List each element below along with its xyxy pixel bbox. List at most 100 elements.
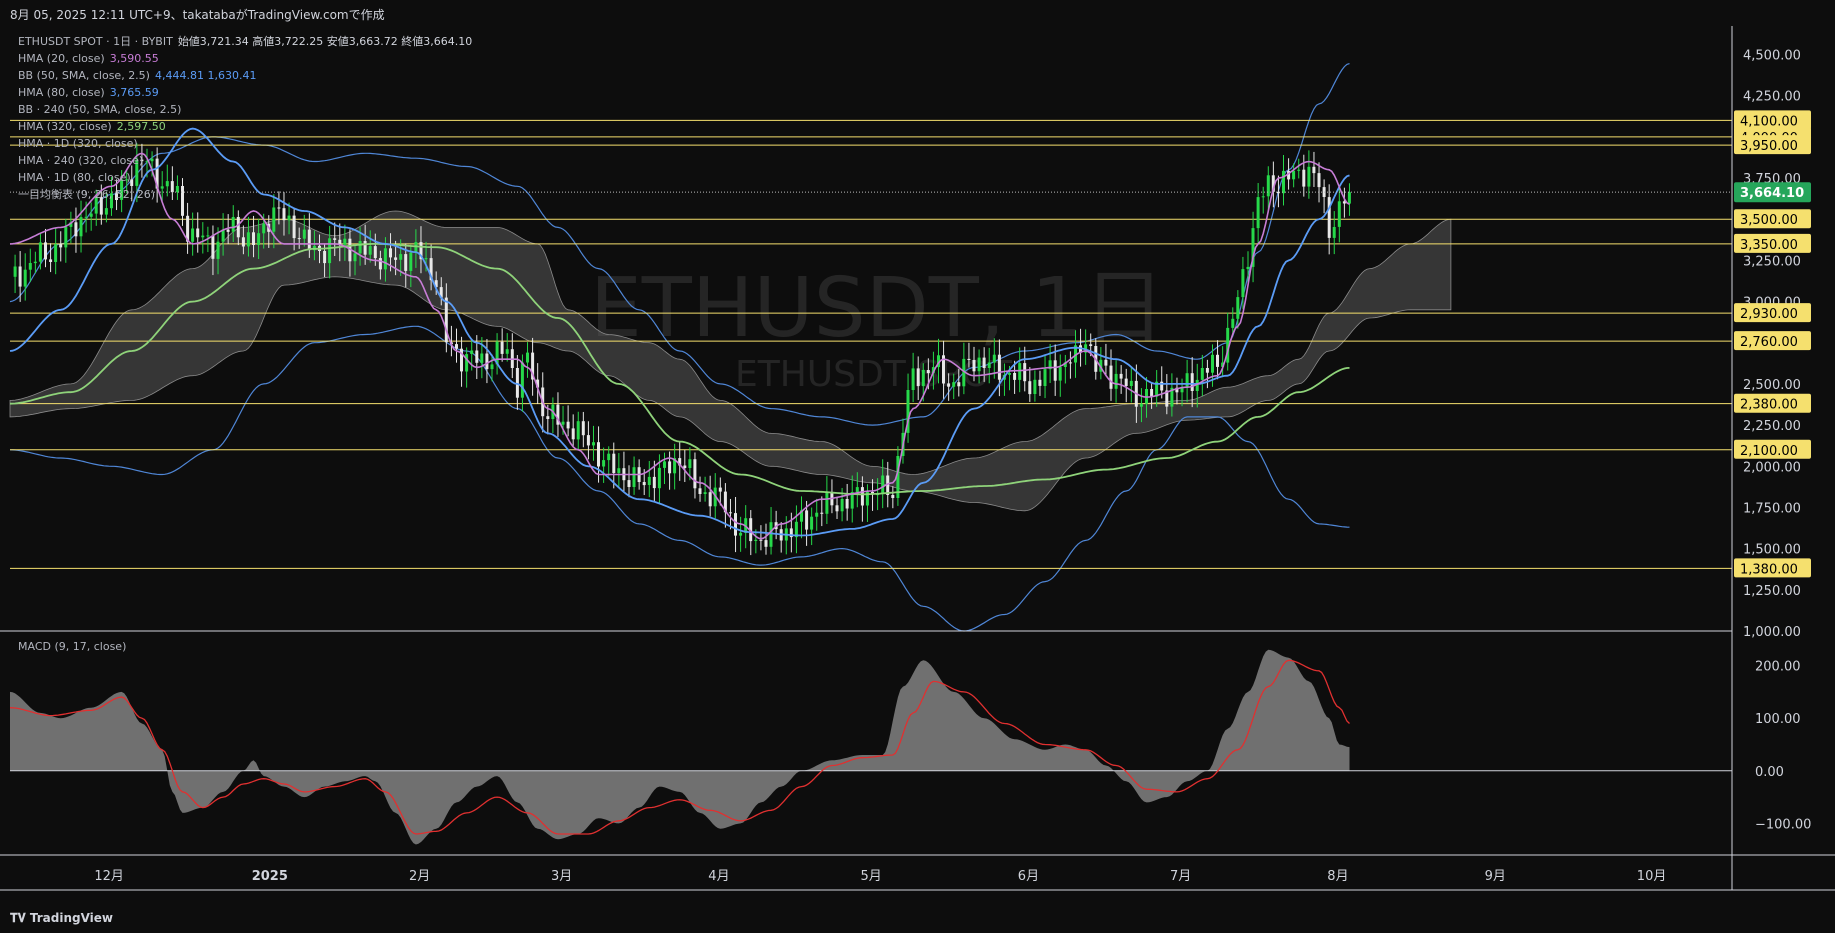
candle-body [307, 229, 311, 251]
candle-body [581, 421, 585, 436]
candle-body [211, 235, 215, 259]
candle-body [1317, 173, 1321, 188]
legend-row[interactable]: HMA (20, close) 3,590.55 [18, 50, 472, 67]
candle-body [1033, 379, 1037, 394]
candle-body [368, 246, 372, 255]
candle-body [485, 353, 489, 370]
level-tag-label: 2,760.00 [1740, 335, 1798, 350]
price-tick-label: 2,250.00 [1743, 419, 1801, 434]
legend-row[interactable]: BB (50, SMA, close, 2.5) 4,444.81 1,630.4… [18, 67, 472, 84]
macd-legend: MACD (9, 17, close) [18, 640, 127, 653]
candle-body [252, 232, 255, 245]
candle-body [1241, 269, 1245, 298]
candle-body [820, 512, 824, 514]
candle-body [1261, 196, 1265, 198]
time-tick-label: 8月 [1327, 869, 1348, 884]
price-tick-label: 1,000.00 [1743, 625, 1801, 640]
candle-body [1236, 297, 1240, 319]
candle-body [647, 476, 651, 485]
legend-label: HMA (20, close) [18, 52, 105, 65]
candle-body [206, 235, 210, 237]
candle-body [287, 215, 291, 221]
candle-body [1205, 368, 1209, 373]
candle-body [708, 492, 712, 507]
candle-body [982, 357, 986, 368]
macd-tick-label: −100.00 [1755, 817, 1811, 832]
candle-body [28, 263, 32, 270]
legend-row[interactable]: BB · 240 (50, SMA, close, 2.5) [18, 101, 472, 118]
candle-body [1139, 403, 1143, 407]
candle-body [389, 248, 392, 258]
candle-body [480, 353, 484, 363]
candle-body [272, 207, 276, 232]
candle-body [1211, 354, 1214, 373]
candle-body [44, 242, 47, 260]
candle-body [1282, 170, 1285, 194]
candle-body [196, 228, 200, 238]
candle-body [1216, 354, 1219, 367]
candle-body [526, 352, 529, 363]
time-tick-label: 4月 [708, 869, 729, 884]
candle-body [378, 258, 382, 270]
candle-body [13, 266, 17, 277]
time-tick-label: 12月 [94, 869, 124, 884]
candle-body [246, 232, 250, 247]
candle-body [1337, 201, 1341, 227]
candle-body [33, 261, 37, 264]
candle-body [602, 460, 606, 467]
time-tick-label: 7月 [1170, 869, 1191, 884]
legend-label: HMA (320, close) [18, 120, 112, 133]
candle-body [1028, 381, 1032, 395]
candle-body [592, 442, 595, 446]
legend-row[interactable]: HMA · 1D (320, close) [18, 135, 472, 152]
legend-row[interactable]: HMA (80, close) 3,765.59 [18, 84, 472, 101]
candle-body [754, 539, 758, 541]
legend-values: 3,590.55 [109, 52, 159, 65]
footer: 𝐓𝐕 TradingView [0, 902, 1835, 933]
candle-body [353, 253, 357, 262]
candle-body [586, 435, 590, 446]
candle-body [323, 251, 327, 264]
time-tick-label: 10月 [1637, 869, 1667, 884]
candle-body [546, 416, 550, 419]
legend-row[interactable]: HMA · 240 (320, close) [18, 152, 472, 169]
candle-body [805, 510, 809, 530]
watermark-sub: ETHUSDT SPOT [735, 354, 1013, 395]
level-tag-label: 2,930.00 [1740, 307, 1798, 322]
legend-label: BB (50, SMA, close, 2.5) [18, 69, 150, 82]
candle-body [1068, 362, 1072, 364]
candle-body [612, 453, 616, 473]
level-tag-label: 1,380.00 [1740, 562, 1798, 577]
candle-body [520, 362, 524, 398]
candle-body [373, 246, 377, 259]
candle-body [18, 266, 22, 287]
candle-body [1089, 344, 1093, 346]
price-tick-label: 2,500.00 [1743, 378, 1801, 393]
candle-body [1013, 373, 1017, 380]
watermark-main: ETHUSDT, 1日 [590, 261, 1165, 356]
candle-body [231, 217, 235, 232]
macd-tick-label: 200.00 [1755, 660, 1801, 675]
candle-body [576, 421, 580, 440]
candle-body [292, 215, 296, 239]
candle-body [216, 241, 220, 259]
candle-body [358, 241, 362, 254]
legend-label: 一目均衡表 (9, 26, 52, 26) [18, 188, 156, 201]
candle-body [328, 238, 332, 264]
candle-body [399, 254, 403, 260]
candle-body [739, 532, 743, 536]
candle-body [64, 226, 68, 248]
candle-body [1327, 197, 1331, 238]
candle-body [921, 370, 925, 387]
candle-body [992, 354, 996, 363]
candle-body [652, 476, 656, 489]
candle-body [1256, 197, 1260, 229]
legend-row[interactable]: ETHUSDT SPOT · 1日 · BYBIT 始値3,721.34 高値3,… [18, 33, 472, 50]
candle-body [363, 241, 367, 255]
candle-body [455, 344, 458, 349]
legend-row[interactable]: HMA (320, close) 2,597.50 [18, 118, 472, 135]
candle-body [1150, 389, 1154, 397]
legend-row[interactable]: 一目均衡表 (9, 26, 52, 26) [18, 186, 472, 203]
legend-values: 2,597.50 [116, 120, 166, 133]
legend-row[interactable]: HMA · 1D (80, close) [18, 169, 472, 186]
